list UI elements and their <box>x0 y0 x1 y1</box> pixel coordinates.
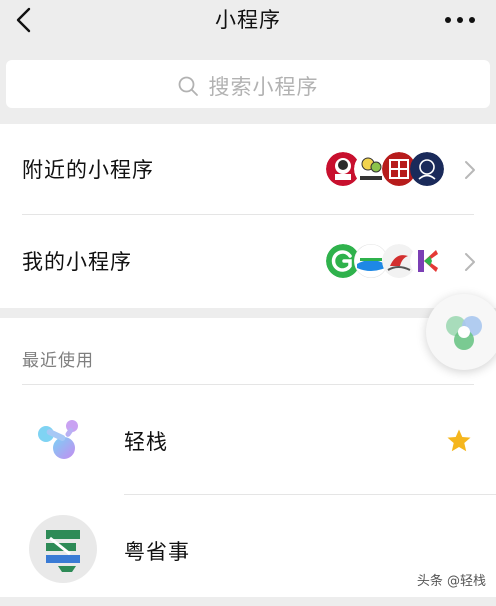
recent-section: 最近使用 轻栈 粤省事 <box>0 318 496 597</box>
page-title: 小程序 <box>215 8 281 32</box>
list-item-label: 附近的小程序 <box>22 158 154 182</box>
recent-app-yueshengshi[interactable]: 粤省事 <box>0 496 496 606</box>
star-icon[interactable] <box>446 428 472 454</box>
mini-program-list: 附近的小程序 我的小程序 <box>0 124 496 308</box>
search-placeholder: 搜索小程序 <box>208 75 319 99</box>
chevron-right-icon <box>465 161 475 179</box>
divider <box>22 214 474 215</box>
chevron-right-icon <box>465 253 475 271</box>
mine-logos <box>326 244 446 278</box>
search-icon <box>179 76 199 96</box>
floating-ball-icon <box>446 316 482 350</box>
list-item-mine[interactable]: 我的小程序 <box>0 216 496 306</box>
nav-bar: 小程序 <box>0 0 496 42</box>
k-arrow-logo <box>410 244 444 278</box>
app-name: 粤省事 <box>124 540 190 564</box>
app-name: 轻栈 <box>124 430 168 454</box>
qingzhan-icon <box>38 420 78 459</box>
divider <box>124 494 496 495</box>
navy-logo <box>410 152 444 186</box>
yueshengshi-icon <box>29 515 97 583</box>
divider <box>22 384 474 385</box>
list-item-nearby[interactable]: 附近的小程序 <box>0 124 496 215</box>
more-dots-icon[interactable] <box>442 8 478 32</box>
list-item-label: 我的小程序 <box>22 250 132 274</box>
recent-app-qingzhan[interactable]: 轻栈 <box>0 386 496 496</box>
section-title: 最近使用 <box>22 351 94 371</box>
floating-ball[interactable] <box>426 294 496 370</box>
watermark: 头条 @轻栈 <box>416 574 486 589</box>
search-bar[interactable]: 搜索小程序 <box>6 60 490 108</box>
nearby-logos <box>326 152 446 186</box>
